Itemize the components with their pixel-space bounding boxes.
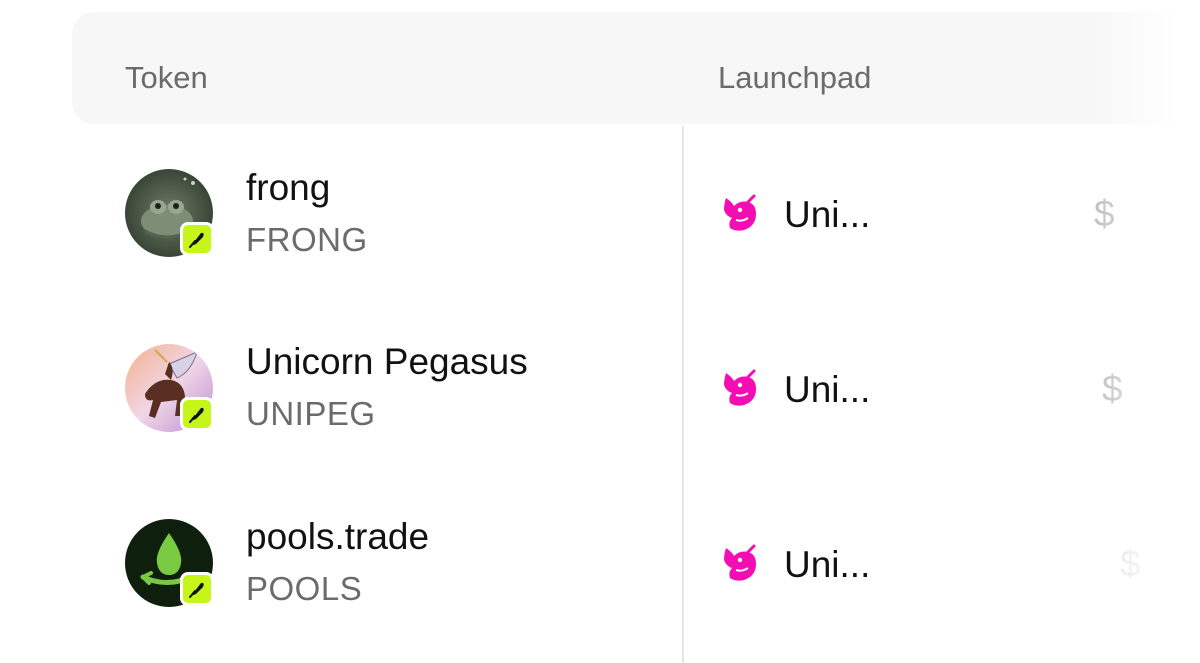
token-avatar	[125, 519, 215, 609]
feather-badge	[180, 222, 214, 256]
price-value: $	[1120, 543, 1141, 584]
launchpad-cell[interactable]: Uni...	[718, 367, 870, 411]
table-header: Token Launchpad	[72, 12, 1200, 124]
token-symbol: POOLS	[246, 570, 363, 607]
table-row[interactable]: Unicorn Pegasus UNIPEG Uni... $	[0, 303, 1200, 478]
token-name: Unicorn Pegasus	[246, 341, 528, 382]
token-table: Token Launchpad frong FRONG Uni... $ Uni…	[0, 0, 1200, 663]
feather-icon	[189, 582, 204, 598]
token-name: pools.trade	[246, 516, 430, 557]
header-token[interactable]: Token	[125, 62, 208, 93]
table-row[interactable]: pools.trade POOLS Uni... $	[0, 478, 1200, 653]
launchpad-label: Uni...	[784, 543, 871, 585]
launchpad-label: Uni...	[784, 368, 871, 410]
feather-icon	[189, 232, 204, 248]
price-value: $	[1102, 368, 1123, 409]
token-name: frong	[246, 167, 331, 208]
launchpad-cell[interactable]: Uni...	[718, 542, 870, 586]
feather-icon	[189, 407, 204, 423]
header-launchpad[interactable]: Launchpad	[718, 62, 871, 93]
launchpad-label: Uni...	[784, 193, 871, 235]
launchpad-cell[interactable]: Uni...	[718, 192, 870, 236]
table-row[interactable]: frong FRONG Uni... $	[0, 128, 1200, 303]
uniswap-unicorn-icon	[724, 544, 756, 581]
token-avatar	[125, 169, 215, 259]
token-symbol: FRONG	[246, 221, 368, 258]
feather-badge	[180, 572, 214, 606]
feather-badge	[180, 397, 214, 431]
uniswap-unicorn-icon	[724, 369, 756, 406]
uniswap-unicorn-icon	[724, 194, 756, 231]
token-avatar	[125, 344, 215, 434]
token-symbol: UNIPEG	[246, 395, 376, 432]
price-value: $	[1094, 193, 1115, 234]
